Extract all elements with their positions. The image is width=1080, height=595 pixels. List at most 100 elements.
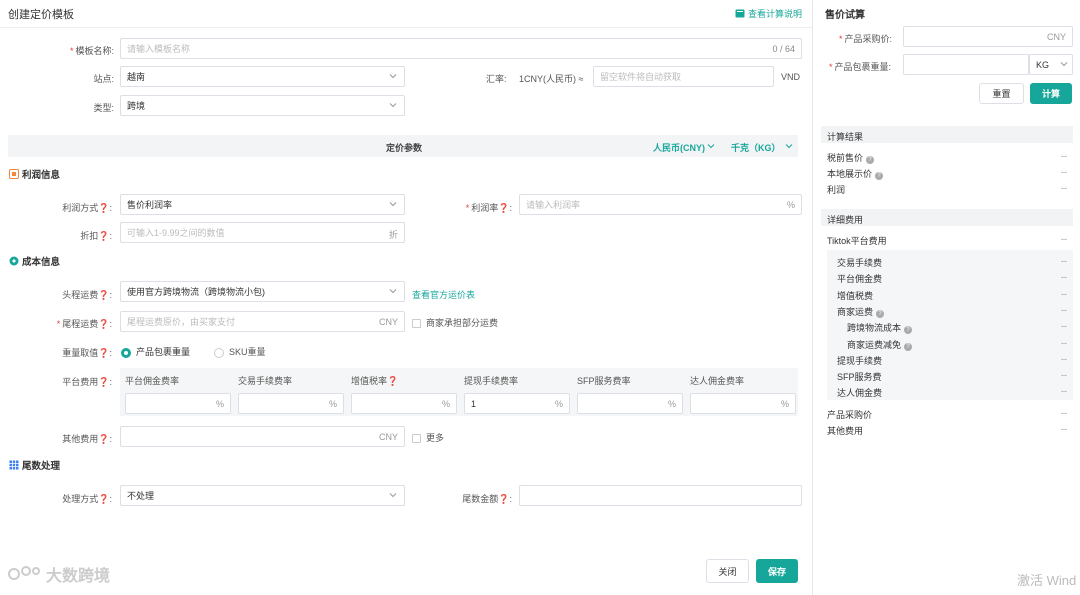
profit-rate-placeholder: 请输入利润率 — [526, 200, 581, 210]
fee-header-1: 交易手续费率 — [238, 376, 293, 386]
template-name-placeholder: 请输入模板名称 — [127, 44, 191, 54]
reset-button[interactable]: 重置 — [979, 83, 1024, 104]
help-icon: ? — [866, 156, 875, 164]
last-freight-placeholder: 尾程运费原价，由买家支付 — [127, 317, 236, 327]
help-icon: ❓ — [98, 348, 110, 358]
official-rates-link[interactable]: 查看官方运价表 — [412, 288, 475, 301]
fee-input-2[interactable]: % — [351, 393, 457, 414]
site-select[interactable]: 越南 — [120, 66, 405, 87]
detail-row: 商家运费? -- — [837, 305, 1067, 318]
weight-option-sku[interactable]: SKU重量 — [214, 345, 266, 358]
profit-rate-input[interactable]: 请输入利润率 % — [519, 194, 802, 215]
activation-watermark: 激活 Wind — [1017, 573, 1077, 588]
detail-label: 达人佣金费 — [837, 388, 883, 399]
discount-input[interactable]: 可输入1-9.99之间的数值 折 — [120, 222, 405, 243]
currency-select[interactable]: 人民币(CNY) — [653, 141, 715, 154]
tail-method-select[interactable]: 不处理 — [120, 485, 405, 506]
template-name-input[interactable]: 请输入模板名称 0 / 64 — [120, 38, 802, 59]
merchant-share-freight-checkbox[interactable]: 商家承担部分运费 — [412, 316, 498, 329]
profit-section-header: 利润信息 — [9, 167, 60, 181]
chevron-down-icon — [1060, 60, 1068, 67]
page-title: 创建定价模板 — [8, 9, 74, 21]
weight-option-package-label: 产品包裹重量 — [136, 347, 191, 357]
fee-header-0: 平台佣金费率 — [125, 376, 180, 386]
close-button[interactable]: 关闭 — [706, 559, 749, 583]
detail-value: -- — [1061, 272, 1067, 283]
help-icon: ? — [875, 172, 884, 180]
save-button[interactable]: 保存 — [756, 559, 798, 583]
fee-input-1[interactable]: % — [238, 393, 344, 414]
other-fees-input[interactable]: CNY — [120, 426, 405, 447]
watermark: 大数跨境 — [8, 562, 110, 586]
result-label: 税前售价 — [827, 153, 864, 163]
checkbox-icon — [412, 319, 421, 329]
rate-placeholder: 留空软件将自动获取 — [600, 72, 682, 82]
type-select[interactable]: 跨境 — [120, 95, 405, 116]
help-icon: ❓ — [387, 376, 399, 386]
fee-input-0[interactable]: % — [125, 393, 231, 414]
calculate-button[interactable]: 计算 — [1030, 83, 1072, 104]
weight-option-sku-label: SKU重量 — [229, 347, 266, 357]
detail-label: 提现手续费 — [837, 355, 883, 366]
more-fees-checkbox[interactable]: 更多 — [412, 431, 444, 444]
result-row: 税前售价? -- — [827, 151, 1067, 164]
profit-method-select[interactable]: 售价利润率 — [120, 194, 405, 215]
trial-title: 售价试算 — [825, 10, 865, 21]
result-row: 本地展示价? -- — [827, 167, 1067, 180]
fee-value: 1 — [471, 398, 477, 409]
detail-row: 商家运费减免? -- — [847, 338, 1067, 351]
help-icon: ❓ — [98, 231, 110, 241]
last-freight-label: * 尾程运费❓: — [56, 319, 112, 329]
help-icon: ? — [904, 342, 913, 351]
last-freight-input[interactable]: 尾程运费原价，由买家支付 CNY — [120, 311, 405, 332]
percent-suffix: % — [328, 399, 337, 409]
weight-unit-select[interactable]: KG — [1029, 54, 1073, 75]
detail-value: -- — [1061, 288, 1067, 299]
tiktok-fees-row: Tiktok平台费用 -- — [827, 234, 1067, 247]
help-link[interactable]: 查看计算说明 — [735, 7, 802, 20]
site-value: 越南 — [127, 72, 146, 82]
pricing-params-title: 定价参数 — [386, 143, 423, 153]
package-weight-label: * 产品包裹重量: — [829, 62, 892, 72]
profit-method-label: 利润方式❓: — [62, 203, 112, 213]
more-fees-label: 更多 — [426, 433, 445, 443]
detail-row: 提现手续费 -- — [837, 354, 1067, 367]
detail-value: -- — [1061, 321, 1067, 332]
discount-placeholder: 可输入1-9.99之间的数值 — [127, 228, 225, 238]
currency-value: 人民币(CNY) — [653, 143, 705, 153]
tail-method-label: 处理方式❓: — [62, 494, 112, 504]
template-form-panel: 创建定价模板 查看计算说明 * 模板名称: 请输入模板名称 0 / 64 站点: … — [0, 0, 812, 595]
detail-value: -- — [1061, 408, 1067, 418]
rate-unit: VND — [781, 72, 801, 82]
platform-fees-label: 平台费用❓: — [62, 377, 112, 387]
cny-suffix: CNY — [1046, 32, 1066, 42]
fee-header-3: 提现手续费率 — [464, 376, 519, 386]
weight-unit-value: 千克（KG） — [731, 143, 781, 153]
grid-icon — [9, 460, 19, 470]
chevron-down-icon — [389, 101, 397, 108]
percent-suffix: % — [215, 399, 224, 409]
purchase-price-label: * 产品采购价: — [839, 34, 893, 44]
detail-value: -- — [1061, 370, 1067, 381]
chevron-down-icon — [389, 491, 397, 498]
rate-input[interactable]: 留空软件将自动获取 — [593, 66, 774, 87]
fee-input-4[interactable]: % — [577, 393, 683, 414]
detail-label: SFP服务费 — [837, 372, 882, 383]
help-icon: ? — [904, 326, 913, 335]
purchase-price-input[interactable]: CNY — [903, 26, 1073, 47]
package-weight-input[interactable] — [903, 54, 1029, 75]
first-freight-select[interactable]: 使用官方跨境物流（跨境物流小包) — [120, 281, 405, 302]
detail-bottom-row: 其他费用 -- — [827, 424, 1067, 437]
detail-label: 产品采购价 — [827, 410, 873, 420]
weight-unit-select[interactable]: 千克（KG） — [731, 141, 793, 154]
fee-input-5[interactable]: % — [690, 393, 796, 414]
template-name-label: * 模板名称: — [69, 46, 114, 56]
detail-title: 详细费用 — [827, 215, 864, 225]
tail-amount-input[interactable] — [519, 485, 802, 506]
type-value: 跨境 — [127, 101, 146, 111]
detail-row: 跨境物流成本? -- — [847, 321, 1067, 335]
help-icon: ❓ — [498, 494, 510, 504]
fee-input-3[interactable]: 1% — [464, 393, 570, 414]
weight-option-package[interactable]: 产品包裹重量 — [121, 345, 190, 358]
other-fees-label: 其他费用❓: — [62, 434, 112, 444]
